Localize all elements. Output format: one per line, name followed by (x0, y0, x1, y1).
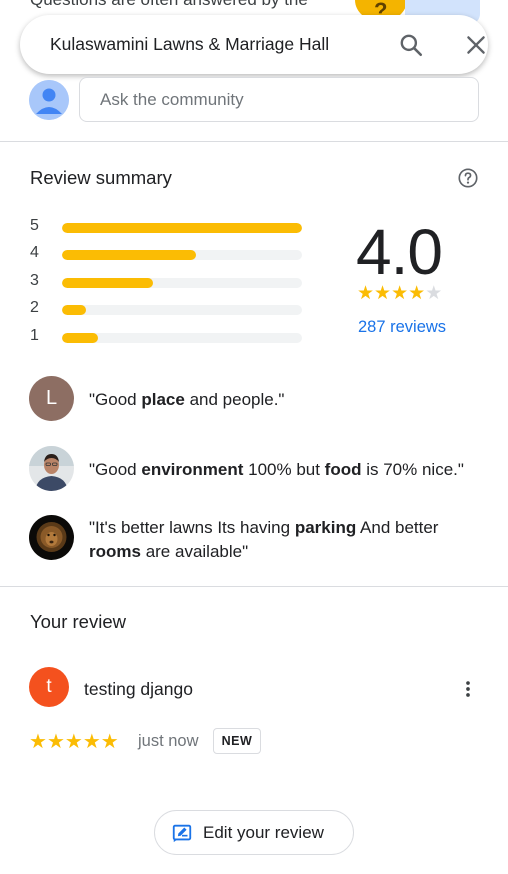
rating-bar-fill (62, 250, 197, 260)
average-rating: 4.0 (356, 216, 443, 288)
person-icon (29, 80, 69, 120)
star-icon: ★ (391, 283, 409, 304)
edit-review-icon (172, 824, 192, 843)
close-icon[interactable] (463, 32, 489, 58)
edit-review-label: Edit your review (203, 823, 324, 842)
rating-bar-row[interactable]: 1 (30, 327, 310, 347)
more-vert-icon[interactable] (457, 678, 479, 700)
review-snippet[interactable]: "It's better lawns Its having parking An… (29, 515, 489, 565)
review-snippet[interactable]: L "Good place and people." (29, 376, 489, 424)
star-icon: ★ (408, 283, 426, 304)
rating-bar-label: 1 (30, 327, 39, 344)
star-icon: ★ (82, 731, 101, 753)
star-icon: ★ (100, 731, 119, 753)
rating-bar-track (62, 250, 302, 260)
avatar-lion (29, 515, 74, 560)
rating-bar-label: 2 (30, 299, 39, 316)
avatar-l: L (29, 376, 74, 421)
rating-bar-row[interactable]: 5 (30, 217, 310, 237)
snippet-text: "It's better lawns Its having parking An… (89, 518, 439, 561)
help-icon[interactable] (457, 167, 479, 189)
star-icon: ★ (29, 731, 47, 753)
ask-community-row (0, 76, 508, 142)
search-bar[interactable]: Kulaswamini Lawns & Marriage Hall (20, 15, 488, 74)
reviews-count-link[interactable]: 287 reviews (358, 318, 446, 337)
rating-bar-track (62, 333, 302, 343)
my-rating-stars: ★★★★★ (29, 729, 119, 754)
rating-bar-fill (62, 305, 86, 315)
rating-bar-label: 5 (30, 217, 39, 234)
star-icon: ★ (46, 731, 65, 753)
snippet-text: "Good place and people." (89, 390, 285, 409)
rating-bar-fill (62, 223, 302, 233)
edit-review-button[interactable]: Edit your review (154, 810, 354, 855)
search-query[interactable]: Kulaswamini Lawns & Marriage Hall (50, 34, 329, 55)
new-badge: NEW (213, 728, 261, 754)
rating-bar-track (62, 305, 302, 315)
review-time: just now (138, 732, 199, 750)
search-icon[interactable] (398, 32, 424, 58)
rating-bar-track (62, 278, 302, 288)
avatar: t (29, 667, 69, 707)
rating-bar-row[interactable]: 4 (30, 244, 310, 264)
reviewer-name: testing django (84, 679, 193, 699)
review-summary-title: Review summary (30, 167, 172, 188)
rating-bar-fill (62, 333, 98, 343)
star-icon: ★ (374, 283, 392, 304)
star-icon: ★ (64, 731, 83, 753)
rating-bar-row[interactable]: 3 (30, 272, 310, 292)
ask-community-input[interactable] (79, 77, 479, 122)
rating-bar-label: 4 (30, 244, 39, 261)
star-icon: ★ (357, 283, 375, 304)
review-snippet[interactable]: "Good environment 100% but food is 70% n… (29, 446, 489, 494)
rating-bar-row[interactable]: 2 (30, 299, 310, 319)
average-rating-stars: ★★★★★ (357, 282, 442, 305)
section-divider (0, 586, 508, 587)
avatar-photo (29, 446, 74, 491)
snippet-text: "Good environment 100% but food is 70% n… (89, 460, 464, 479)
rating-bar-label: 3 (30, 272, 39, 289)
rating-bar-track (62, 223, 302, 233)
star-icon: ★ (425, 283, 443, 304)
your-review-title: Your review (30, 611, 126, 632)
rating-bar-fill (62, 278, 154, 288)
